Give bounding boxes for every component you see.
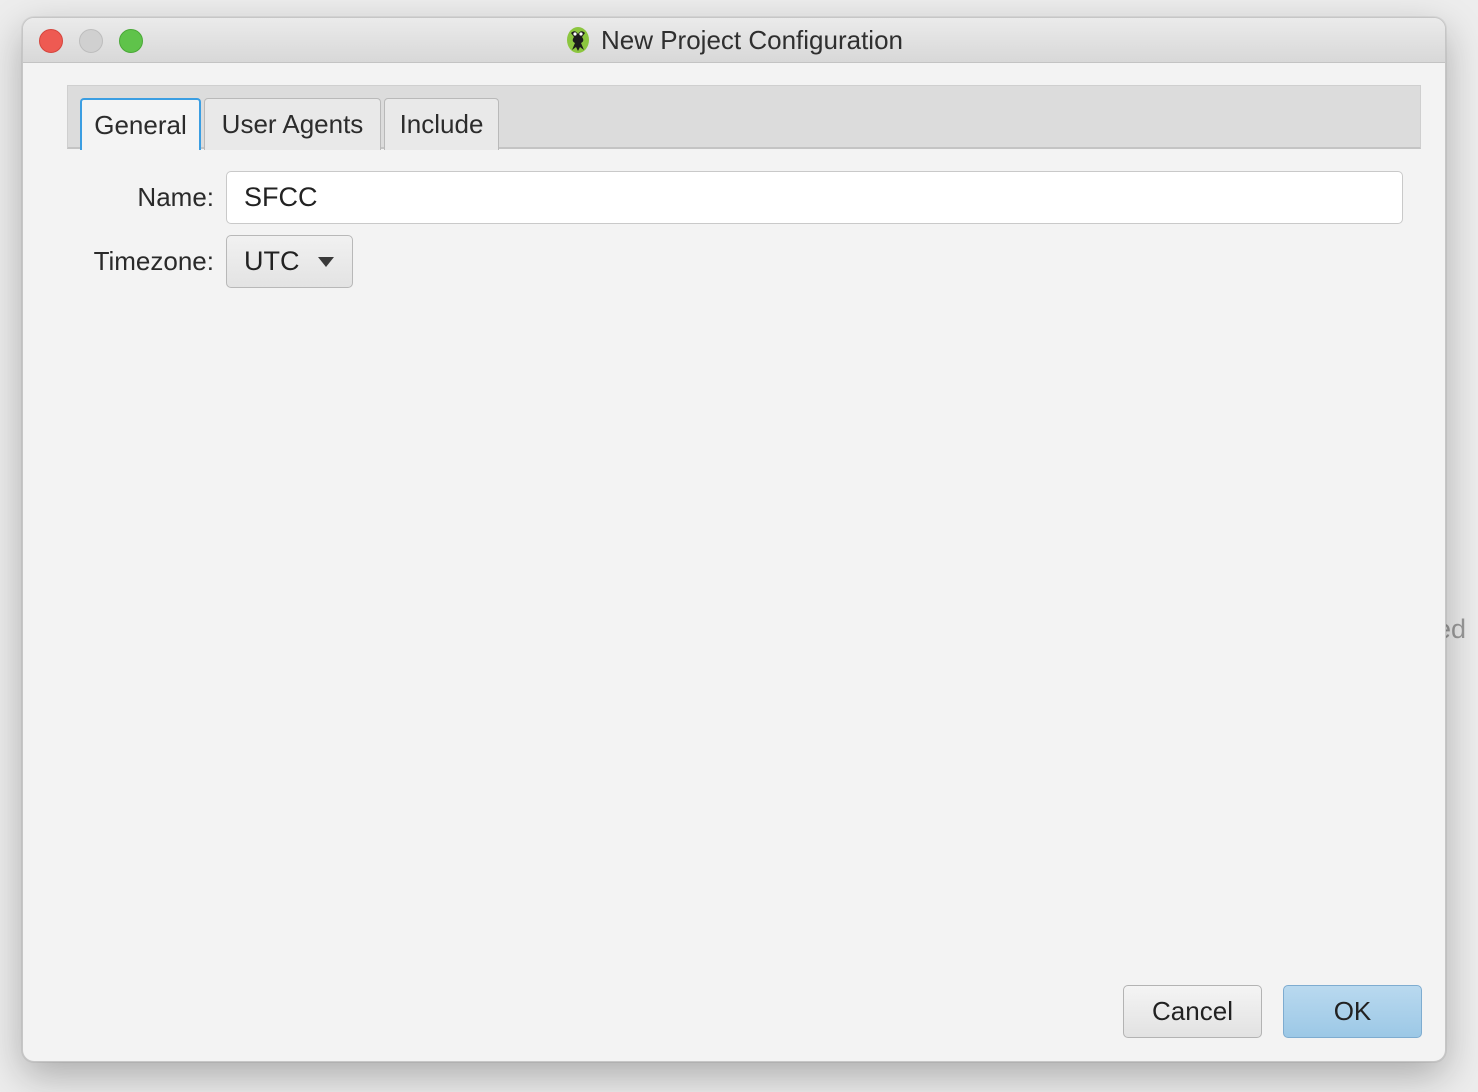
- tab-bar: General User Agents Include: [67, 85, 1421, 150]
- chevron-down-icon: [318, 257, 334, 267]
- window-title: New Project Configuration: [600, 24, 904, 55]
- frog-app-icon: [565, 25, 591, 55]
- cancel-button[interactable]: Cancel: [1123, 985, 1262, 1038]
- timezone-dropdown[interactable]: UTC: [226, 235, 353, 288]
- name-label: Name:: [137, 182, 214, 212]
- ok-button[interactable]: OK: [1283, 985, 1422, 1038]
- tab-general[interactable]: General: [80, 98, 201, 150]
- dialog-window: New Project Configuration General User A…: [22, 17, 1446, 1062]
- title-bar[interactable]: New Project Configuration: [23, 18, 1445, 63]
- timezone-selected-value: UTC: [244, 246, 300, 276]
- tab-include[interactable]: Include: [384, 98, 499, 150]
- title-container: New Project Configuration: [23, 18, 1445, 62]
- timezone-label: Timezone:: [93, 246, 214, 276]
- name-input[interactable]: [226, 171, 1403, 224]
- tab-user-agents[interactable]: User Agents: [204, 98, 381, 150]
